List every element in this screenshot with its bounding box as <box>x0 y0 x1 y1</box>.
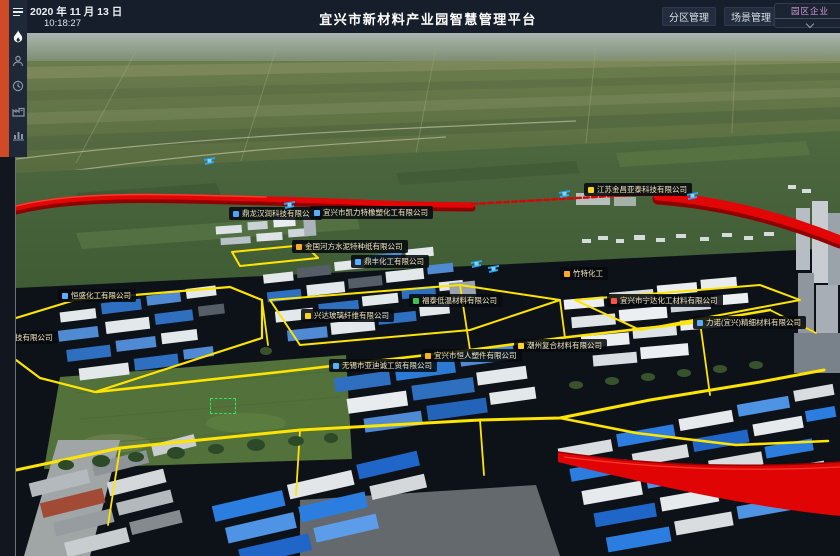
drone-marker[interactable] <box>487 261 500 271</box>
company-icon <box>62 293 68 299</box>
dropdown-divider <box>775 18 840 19</box>
company-label-text: 福泰低温材料有限公司 <box>422 295 497 306</box>
company-icon <box>305 313 311 319</box>
company-icon <box>611 298 617 304</box>
company-icon <box>296 244 302 250</box>
drone-marker[interactable] <box>558 186 571 196</box>
selection-box <box>210 398 236 414</box>
app-window: 鼎龙汉润科技有限公司宜兴市凯力特橡塑化工有限公司金国河方水泥特种纸有限公司鼎丰化… <box>0 0 840 556</box>
park-enterprise-dropdown[interactable]: 园区企业 <box>774 3 840 28</box>
sidebar-accent-bar <box>0 0 9 157</box>
company-icon <box>518 343 524 349</box>
company-label[interactable]: 宜兴市宁达化工材料有限公司 <box>607 294 723 307</box>
company-label[interactable]: 福泰低温材料有限公司 <box>409 294 502 307</box>
left-sidebar <box>0 0 27 157</box>
drone-marker[interactable] <box>283 197 296 207</box>
map-annotation-overlay: 鼎龙汉润科技有限公司宜兴市凯力特橡塑化工有限公司金国河方水泥特种纸有限公司鼎丰化… <box>0 0 840 556</box>
sidebar-item-history[interactable] <box>9 78 27 94</box>
company-icon <box>314 210 320 216</box>
company-icon <box>425 353 431 359</box>
company-label-text: 竹特化工 <box>573 268 603 279</box>
company-label-text: 鼎丰化工有限公司 <box>364 256 424 267</box>
company-label[interactable]: 宜兴市凯力特橡塑化工有限公司 <box>310 206 433 219</box>
bar-chart-icon <box>12 129 25 141</box>
company-icon <box>564 271 570 277</box>
dropdown-label: 园区企业 <box>775 5 840 17</box>
company-label[interactable]: 力诺(宜兴)精细材料有限公司 <box>693 316 806 329</box>
company-label[interactable]: 兴达玻璃纤维有限公司 <box>301 309 394 322</box>
factory-icon <box>12 105 25 117</box>
company-icon <box>355 259 361 265</box>
company-label[interactable]: 江苏金昌亚泰科技有限公司 <box>584 183 692 196</box>
company-icon <box>333 363 339 369</box>
sidebar-item-statistics[interactable] <box>9 127 27 143</box>
company-label[interactable]: 鼎龙汉润科技有限公司 <box>229 207 322 220</box>
hamburger-icon <box>13 8 23 17</box>
sidebar-item-monitor[interactable] <box>9 28 27 44</box>
company-label[interactable]: 竹特化工 <box>560 267 608 280</box>
zone-management-button[interactable]: 分区管理 <box>662 7 716 26</box>
company-label[interactable]: 潮州复合材料有限公司 <box>514 339 607 352</box>
company-icon <box>413 298 419 304</box>
company-label-text: 鼎龙汉润科技有限公司 <box>242 208 317 219</box>
drone-marker[interactable] <box>203 153 216 163</box>
company-label-text: 江苏金昌亚泰科技有限公司 <box>597 184 687 195</box>
top-header-bar: 2020 年 11 月 13 日 10:18:27 宜兴市新材料产业园智慧管理平… <box>16 0 840 33</box>
company-label-text: 恒盛化工有限公司 <box>71 290 131 301</box>
company-icon <box>697 320 703 326</box>
hamburger-menu-button[interactable] <box>9 4 27 20</box>
company-label-text: 力诺(宜兴)精细材料有限公司 <box>706 317 801 328</box>
drone-marker[interactable] <box>686 188 699 198</box>
drone-marker[interactable] <box>470 256 483 266</box>
flame-icon <box>12 30 24 43</box>
company-label[interactable]: 鼎丰化工有限公司 <box>351 255 429 268</box>
chevron-down-icon <box>806 20 814 28</box>
user-icon <box>12 55 24 67</box>
company-label[interactable]: 金国河方水泥特种纸有限公司 <box>292 240 408 253</box>
company-label-text: 兴达玻璃纤维有限公司 <box>314 310 389 321</box>
company-label-text: 潮州复合材料有限公司 <box>527 340 602 351</box>
company-label-text: 宜兴市恒人塑件有限公司 <box>434 350 517 361</box>
company-label-text: 无锡市亚迪诚工贸有限公司 <box>342 360 432 371</box>
company-label-text: 金国河方水泥特种纸有限公司 <box>305 241 403 252</box>
company-label-text: 宜兴市宁达化工材料有限公司 <box>620 295 718 306</box>
company-label[interactable]: 恒盛化工有限公司 <box>58 289 136 302</box>
company-label[interactable]: 宜兴市恒人塑件有限公司 <box>421 349 522 362</box>
company-label-text: 宜兴市凯力特橡塑化工有限公司 <box>323 207 428 218</box>
page-title: 宜兴市新材料产业园智慧管理平台 <box>16 9 840 28</box>
company-icon <box>588 187 594 193</box>
sidebar-item-enterprises[interactable] <box>9 103 27 119</box>
history-icon <box>12 80 24 92</box>
company-icon <box>233 211 239 217</box>
sidebar-item-personnel[interactable] <box>9 53 27 69</box>
scene-management-button[interactable]: 场景管理 <box>724 7 778 26</box>
